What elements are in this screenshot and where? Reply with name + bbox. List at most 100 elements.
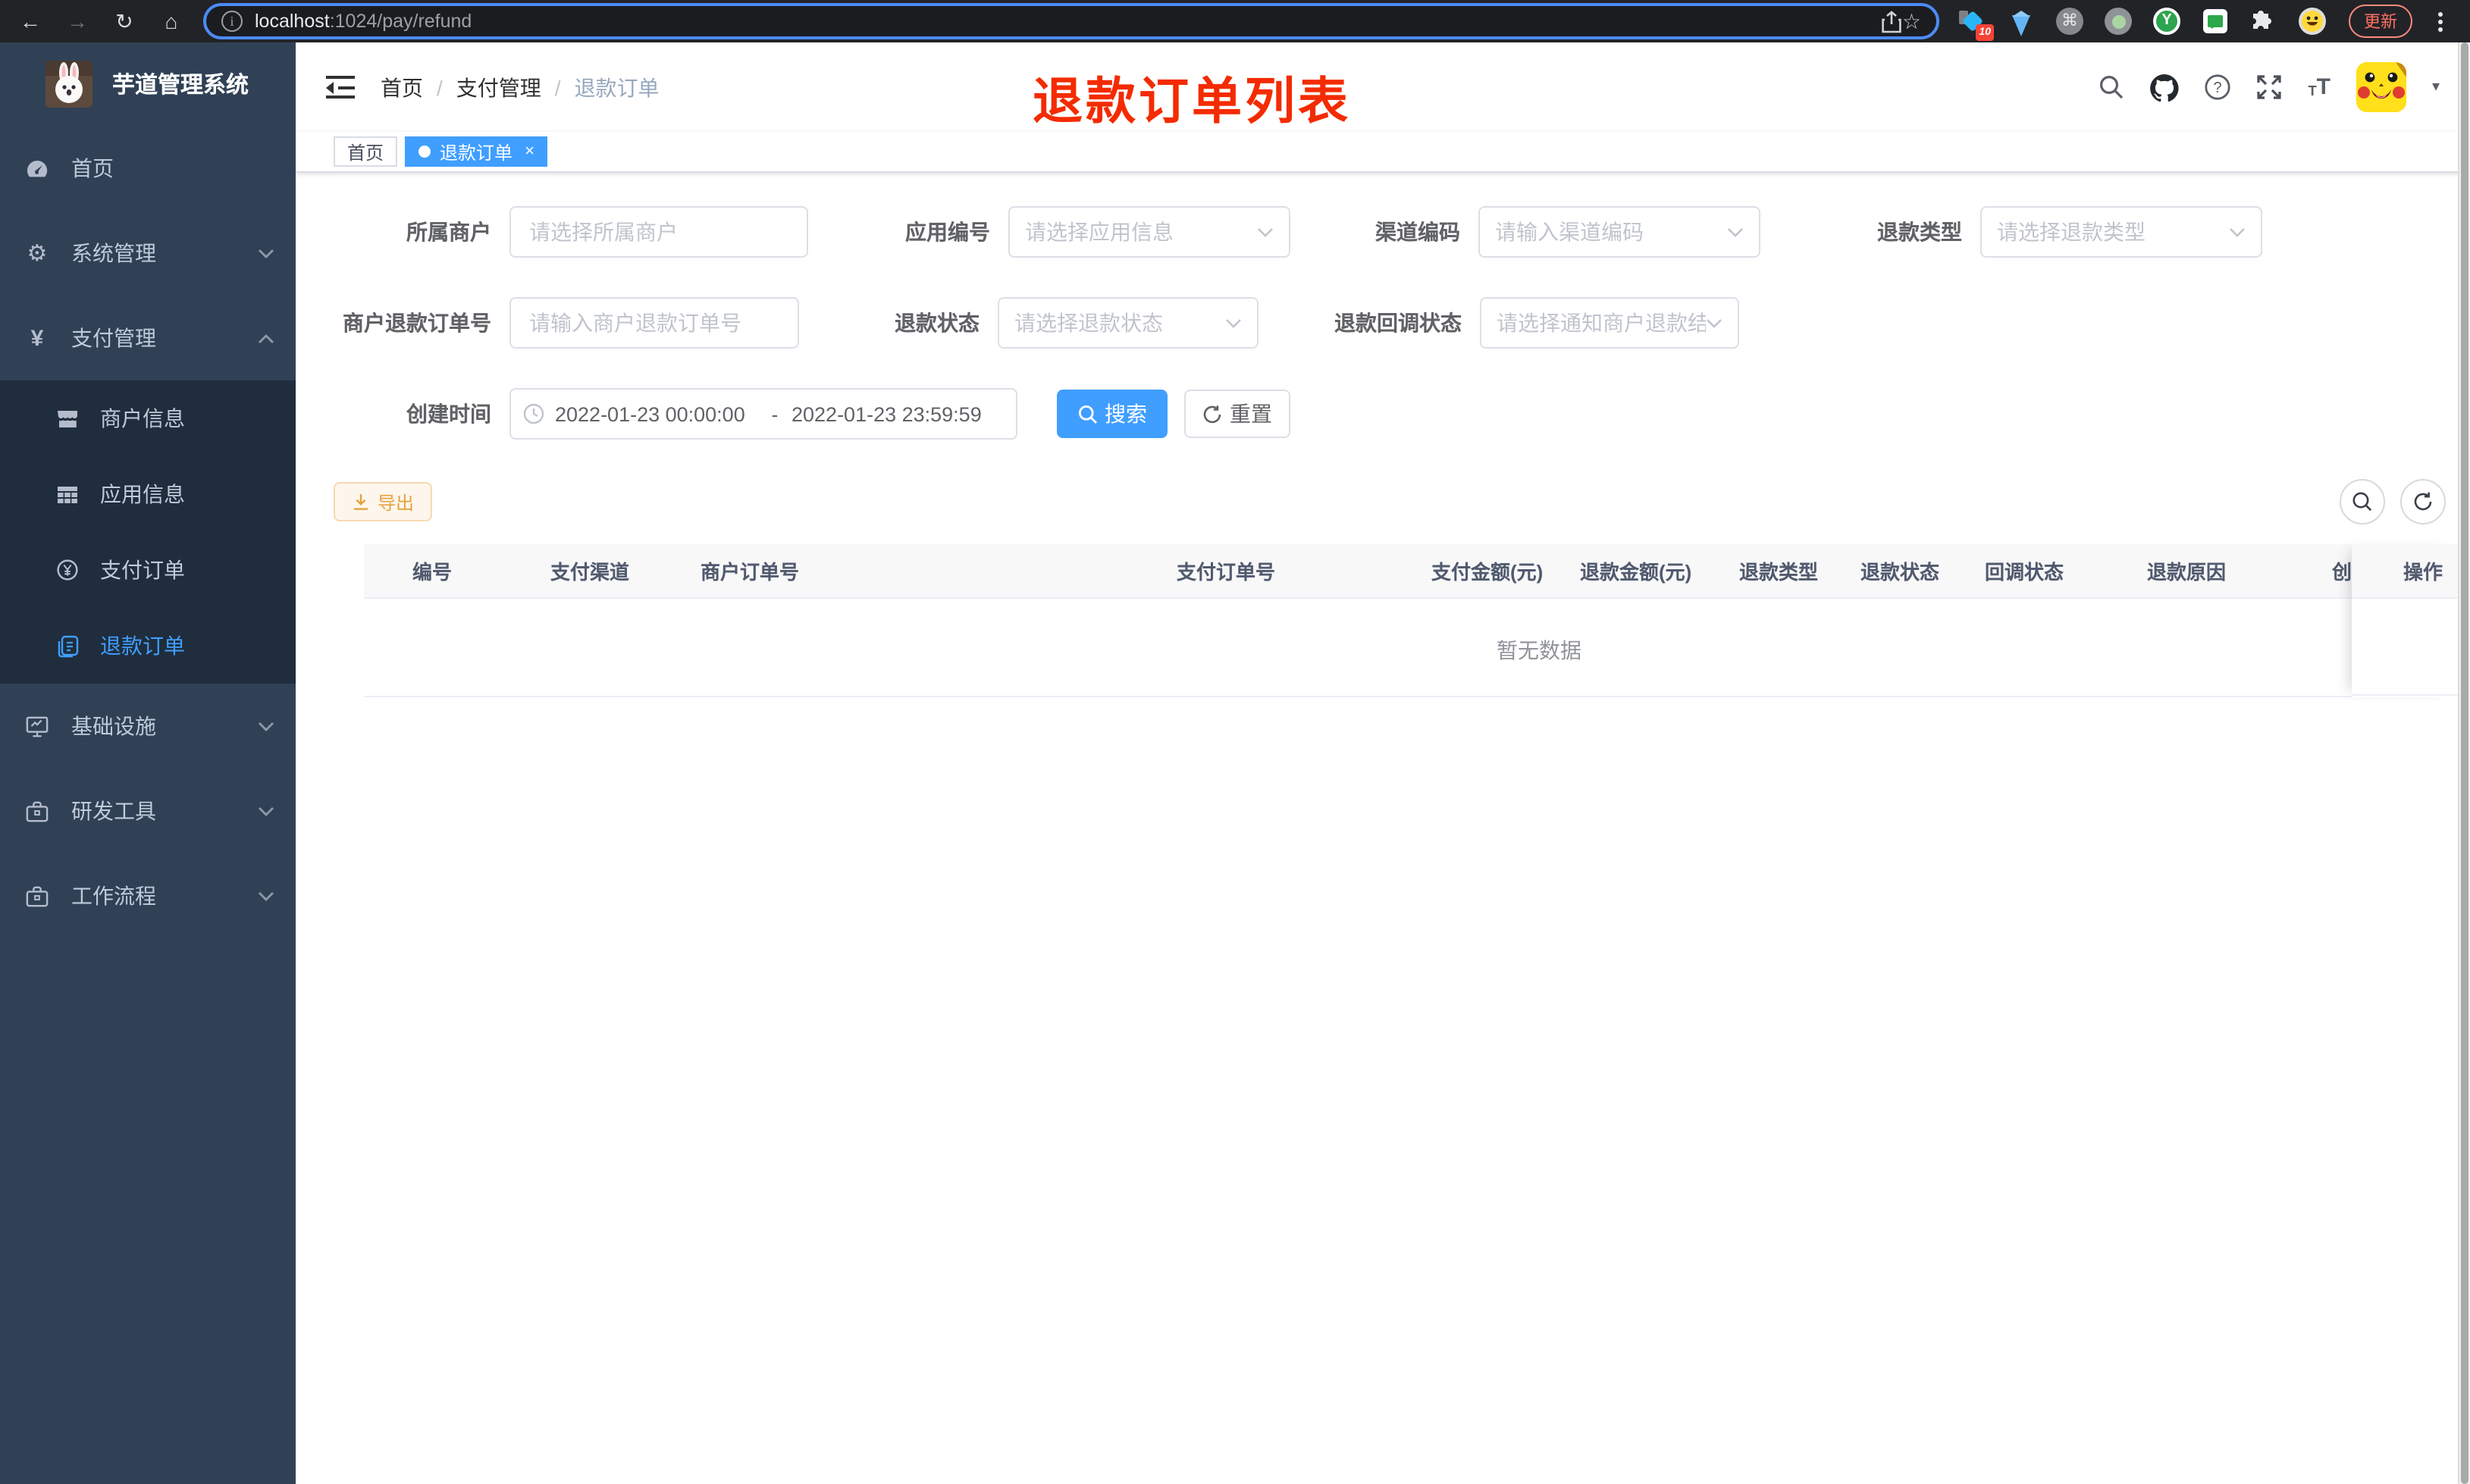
avatar[interactable] [2356,62,2406,112]
browser-extensions: 10 ⌘ Y 更新 [1958,2,2470,41]
app-logo[interactable]: 芋道管理系统 [0,42,296,126]
search-button[interactable]: 搜索 [1057,390,1168,438]
browser-menu-icon[interactable] [2437,11,2443,31]
active-dot [418,146,431,158]
breadcrumb-pay[interactable]: 支付管理 [456,72,541,102]
merchant-input-field[interactable] [526,218,791,246]
col-channel: 支付渠道 [550,561,630,584]
field-label: 退款状态 [895,311,980,335]
tag-refund-order[interactable]: 退款订单 × [405,136,548,167]
browser-update-button[interactable]: 更新 [2349,5,2412,38]
ext-emoji-icon[interactable] [2297,6,2327,36]
address-bar[interactable]: i localhost:1024/pay/refund ☆ [203,3,1939,39]
refund-type-select[interactable]: 请选择退款类型 [1980,206,2262,258]
fullscreen-icon[interactable] [2257,74,2283,100]
gear-icon: ⚙ [27,241,48,267]
tag-home[interactable]: 首页 [334,136,398,167]
table-header: 编号 支付渠道 商户订单号 支付订单号 支付金额(元) 退款金额(元) 退款类型… [364,544,2458,599]
sidebar: 芋道管理系统 首页 ⚙ 系统管理 ¥ 支付管理 商户信息 应用信息 支付订单 退… [0,42,296,1484]
sidebar-item-system[interactable]: ⚙ 系统管理 [0,211,296,296]
svg-text:?: ? [2214,80,2222,96]
monitor-icon [26,714,49,738]
merchant-refund-no-input[interactable] [509,297,799,349]
sidebar-item-infra[interactable]: 基础设施 [0,684,296,769]
col-refund-amount: 退款金额(元) [1580,561,1692,584]
chevron-down-icon [258,806,274,816]
ext-gem-icon[interactable] [2006,2,2036,41]
ext-y-icon[interactable]: Y [2152,6,2182,36]
notify-status-select[interactable]: 请选择通知商户退款结果的 [1480,297,1739,349]
sidebar-item-pay[interactable]: ¥ 支付管理 [0,296,296,380]
yen-circle-icon [56,558,79,582]
date-end-value[interactable]: 2022-01-23 23:59:59 [791,402,993,425]
app-select[interactable]: 请选择应用信息 [1008,206,1290,258]
export-button[interactable]: 导出 [334,482,433,521]
ext-tabs-icon[interactable]: 10 [1958,6,1994,41]
avatar-caret-icon[interactable]: ▾ [2432,79,2440,95]
merchant-input[interactable] [509,206,808,258]
font-size-icon[interactable]: TT [2309,76,2331,99]
sidebar-item-merchant-info[interactable]: 商户信息 [0,380,296,456]
extensions-puzzle-icon[interactable] [2249,6,2279,36]
fixed-action-column: 操作 [2352,544,2458,697]
top-navbar: 首页 / 支付管理 / 退款订单 ? TT ▾ [296,42,2470,132]
bookmark-star-icon[interactable]: ☆ [1902,0,1921,42]
field-label: 创建时间 [406,402,491,426]
sidebar-item-label: 首页 [71,156,114,180]
ext-recorder-icon[interactable] [2103,6,2133,36]
sidebar-item-label: 支付管理 [71,326,156,350]
col-refund-type: 退款类型 [1739,561,1819,584]
github-icon[interactable] [2150,74,2180,101]
chevron-down-icon [1727,227,1744,237]
browser-back-icon[interactable]: ← [15,0,45,42]
col-id: 编号 [412,561,453,584]
search-icon [1078,405,1096,423]
col-create-time: 创建时间 [2332,561,2352,584]
sidebar-item-app-info[interactable]: 应用信息 [0,456,296,532]
share-icon[interactable] [1882,10,1902,33]
tag-close-icon[interactable]: × [525,142,534,160]
site-info-icon[interactable]: i [221,11,243,32]
sidebar-item-workflow[interactable]: 工作流程 [0,853,296,938]
browser-forward-icon[interactable]: → [62,0,92,42]
col-merchant-order-no: 商户订单号 [701,561,800,584]
help-icon[interactable]: ? [2205,74,2231,100]
ext-command-icon[interactable]: ⌘ [2055,6,2085,36]
sidebar-item-dev-tools[interactable]: 研发工具 [0,769,296,853]
sidebar-item-home[interactable]: 首页 [0,126,296,211]
field-label: 渠道编码 [1375,220,1460,244]
refresh-table-button[interactable] [2400,479,2446,524]
sidebar-item-label: 应用信息 [100,482,185,506]
col-refund-reason: 退款原因 [2147,561,2227,584]
chevron-down-icon [258,248,274,258]
url-text: localhost:1024/pay/refund [255,11,472,32]
logo-rabbit-image [45,61,92,108]
field-label: 退款类型 [1877,220,1962,244]
breadcrumb-current: 退款订单 [574,75,660,99]
document-icon [56,634,79,658]
reset-button[interactable]: 重置 [1184,390,1290,438]
tags-view: 首页 退款订单 × [296,132,2470,173]
sidebar-item-refund-order[interactable]: 退款订单 [0,608,296,684]
refresh-icon [2414,492,2432,511]
browser-home-icon[interactable]: ⌂ [156,0,187,42]
chevron-down-icon [1706,318,1722,328]
col-refund-status: 退款状态 [1860,561,1940,584]
merchant-refund-no-field[interactable] [526,309,782,337]
field-label: 所属商户 [406,220,491,244]
field-label: 应用编号 [905,220,990,244]
refund-status-select[interactable]: 请选择退款状态 [998,297,1259,349]
chevron-down-icon [1225,318,1242,328]
sidebar-item-pay-order[interactable]: 支付订单 [0,532,296,608]
channel-select[interactable]: 请输入渠道编码 [1478,206,1760,258]
ext-chat-icon[interactable] [2200,6,2230,36]
breadcrumb-home[interactable]: 首页 [381,72,423,102]
browser-reload-icon[interactable]: ↻ [109,0,139,42]
search-icon[interactable] [2099,74,2125,100]
col-notify-status: 回调状态 [1985,561,2064,584]
date-range-picker[interactable]: 2022-01-23 00:00:00 - 2022-01-23 23:59:5… [509,388,1017,440]
date-start-value[interactable]: 2022-01-23 00:00:00 [555,402,758,425]
window-scrollbar[interactable] [2458,42,2470,1484]
toggle-search-button[interactable] [2340,479,2385,524]
sidebar-collapse-icon[interactable] [326,76,355,99]
